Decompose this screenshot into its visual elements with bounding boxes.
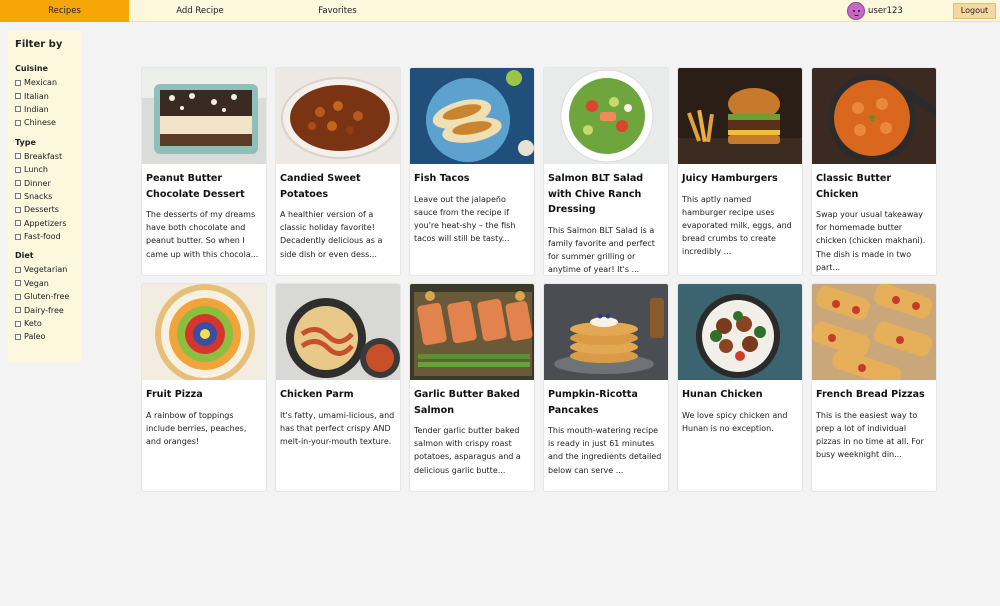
tab-add-recipe[interactable]: Add Recipe — [129, 0, 271, 22]
tab-favorites[interactable]: Favorites — [271, 0, 404, 22]
hunan-chicken-photo — [678, 284, 802, 380]
filter-option-indian[interactable]: Indian — [15, 103, 81, 116]
filter-option-fast-food[interactable]: Fast-food — [15, 230, 81, 243]
filter-title: Filter by — [15, 39, 63, 50]
dessert-dish-photo — [142, 68, 266, 164]
filter-group-title: Type — [15, 137, 36, 147]
filter-option-vegetarian[interactable]: Vegetarian — [15, 263, 81, 276]
filter-group-cuisine: Cuisine Mexican Italian Indian Chinese — [15, 64, 81, 130]
recipe-title: French Bread Pizzas — [816, 389, 925, 400]
recipe-title: Fish Tacos — [414, 173, 470, 184]
avatar — [847, 2, 865, 20]
tab-recipes[interactable]: Recipes — [0, 0, 129, 22]
recipe-title: Candied Sweet Potatoes — [280, 173, 361, 200]
recipe-description: This is the easiest way to prep a lot of… — [816, 410, 924, 460]
recipe-card[interactable]: Chicken Parm It's fatty, umami-licious, … — [275, 283, 401, 492]
checkbox[interactable] — [15, 333, 21, 340]
filter-option-keto[interactable]: Keto — [15, 317, 81, 330]
filter-option-appetizers[interactable]: Appetizers — [15, 217, 81, 230]
salad-photo — [544, 68, 668, 164]
checkbox[interactable] — [15, 206, 21, 213]
recipe-title: Garlic Butter Baked Salmon — [414, 389, 520, 416]
recipe-title: Chicken Parm — [280, 389, 354, 400]
recipe-card[interactable]: French Bread Pizzas This is the easiest … — [811, 283, 937, 492]
recipe-description: Leave out the jalapeño sauce from the re… — [414, 194, 516, 244]
filter-option-vegan[interactable]: Vegan — [15, 277, 81, 290]
recipe-description: Tender garlic butter baked salmon with c… — [414, 426, 521, 475]
recipe-description: It's fatty, umami-licious, and has that … — [280, 410, 395, 446]
pancakes-photo — [544, 284, 668, 380]
butter-chicken-photo — [812, 68, 936, 164]
checkbox[interactable] — [15, 233, 21, 240]
recipe-title: Classic Butter Chicken — [816, 173, 892, 200]
recipe-title: Fruit Pizza — [146, 389, 203, 400]
checkbox[interactable] — [15, 119, 21, 126]
filter-group-title: Diet — [15, 251, 34, 261]
filter-option-italian[interactable]: Italian — [15, 89, 81, 102]
checkbox[interactable] — [15, 320, 21, 327]
user-menu[interactable]: user123 — [847, 2, 903, 20]
recipe-description: A rainbow of toppings include berries, p… — [146, 410, 247, 446]
recipe-title: Salmon BLT Salad with Chive Ranch Dressi… — [548, 173, 644, 215]
filter-option-snacks[interactable]: Snacks — [15, 190, 81, 203]
recipe-description: We love spicy chicken and Hunan is no ex… — [682, 410, 788, 433]
checkbox[interactable] — [15, 93, 21, 100]
filter-group-type: Type Breakfast Lunch Dinner Snacks Desse… — [15, 138, 81, 244]
recipe-card[interactable]: Juicy Hamburgers This aptly named hambur… — [677, 67, 803, 276]
filter-option-dinner[interactable]: Dinner — [15, 176, 81, 189]
recipe-title: Peanut Butter Chocolate Dessert — [146, 173, 245, 200]
top-navigation-bar: Recipes Add Recipe Favorites user123 Log… — [0, 0, 1000, 22]
logout-button[interactable]: Logout — [953, 3, 996, 19]
recipe-title: Hunan Chicken — [682, 389, 763, 400]
filter-sidebar: Filter by Cuisine Mexican Italian Indian… — [8, 31, 81, 362]
recipe-description: This Salmon BLT Salad is a family favori… — [548, 225, 655, 275]
recipe-card[interactable]: Salmon BLT Salad with Chive Ranch Dressi… — [543, 67, 669, 276]
checkbox[interactable] — [15, 307, 21, 314]
chicken-parm-photo — [276, 284, 400, 380]
checkbox[interactable] — [15, 266, 21, 273]
filter-group-title: Cuisine — [15, 64, 48, 73]
checkbox[interactable] — [15, 180, 21, 187]
recipe-card[interactable]: Fish Tacos Leave out the jalapeño sauce … — [409, 67, 535, 276]
filter-option-paleo[interactable]: Paleo — [15, 330, 81, 343]
username-label: user123 — [868, 6, 903, 16]
recipe-description: This aptly named hamburger recipe uses e… — [682, 194, 792, 257]
checkbox[interactable] — [15, 293, 21, 300]
filter-option-mexican[interactable]: Mexican — [15, 76, 81, 89]
filter-option-desserts[interactable]: Desserts — [15, 203, 81, 216]
recipe-card[interactable]: Classic Butter Chicken Swap your usual t… — [811, 67, 937, 276]
recipe-description: Swap your usual takeaway for homemade bu… — [816, 210, 926, 272]
recipe-description: The desserts of my dreams have both choc… — [146, 210, 259, 259]
fruit-pizza-photo — [142, 284, 266, 380]
recipe-card[interactable]: Peanut Butter Chocolate Dessert The dess… — [141, 67, 267, 276]
checkbox[interactable] — [15, 79, 21, 86]
recipe-card[interactable]: Hunan Chicken We love spicy chicken and … — [677, 283, 803, 492]
filter-option-chinese[interactable]: Chinese — [15, 116, 81, 129]
filter-group-diet: Diet Vegetarian Vegan Gluten-free Dairy-… — [15, 251, 81, 343]
fish-tacos-photo — [410, 68, 534, 164]
checkbox[interactable] — [15, 166, 21, 173]
filter-option-lunch[interactable]: Lunch — [15, 163, 81, 176]
baked-salmon-photo — [410, 284, 534, 380]
recipe-card[interactable]: Pumpkin-Ricotta Pancakes This mouth-wate… — [543, 283, 669, 492]
hamburger-photo — [678, 68, 802, 164]
filter-option-gluten-free[interactable]: Gluten-free — [15, 290, 81, 303]
recipe-description: A healthier version of a classic holiday… — [280, 210, 383, 259]
filter-option-dairy-free[interactable]: Dairy-free — [15, 303, 81, 316]
checkbox[interactable] — [15, 106, 21, 113]
recipe-title: Juicy Hamburgers — [682, 173, 778, 184]
recipe-card[interactable]: Candied Sweet Potatoes A healthier versi… — [275, 67, 401, 276]
sweet-potatoes-photo — [276, 68, 400, 164]
checkbox[interactable] — [15, 153, 21, 160]
bread-pizzas-photo — [812, 284, 936, 380]
recipe-description: This mouth-watering recipe is ready in j… — [548, 426, 662, 475]
filter-option-breakfast[interactable]: Breakfast — [15, 150, 81, 163]
recipe-card[interactable]: Garlic Butter Baked Salmon Tender garlic… — [409, 283, 535, 492]
recipe-card[interactable]: Fruit Pizza A rainbow of toppings includ… — [141, 283, 267, 492]
checkbox[interactable] — [15, 193, 21, 200]
checkbox[interactable] — [15, 280, 21, 287]
recipe-title: Pumpkin-Ricotta Pancakes — [548, 389, 638, 416]
recipe-grid: Peanut Butter Chocolate Dessert The dess… — [141, 67, 937, 492]
checkbox[interactable] — [15, 220, 21, 227]
